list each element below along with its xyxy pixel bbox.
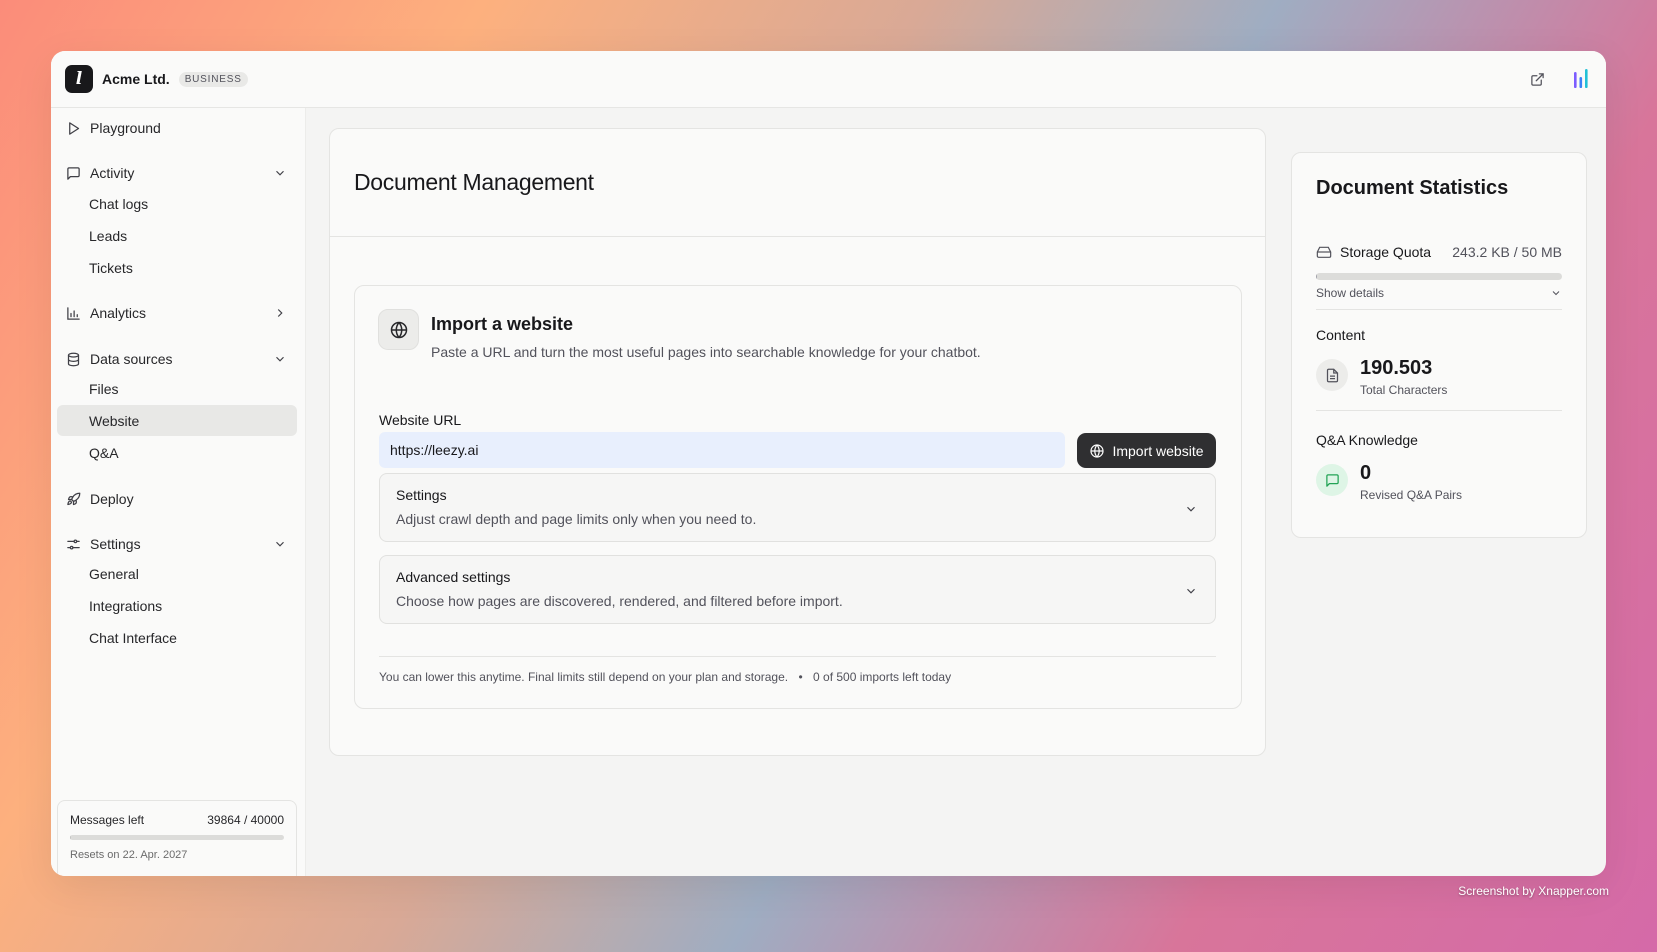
settings-accordion-title: Settings [396, 487, 447, 503]
org-name[interactable]: Acme Ltd. [102, 71, 170, 87]
message-square-icon [66, 165, 82, 181]
storage-progress-bar [1316, 273, 1562, 280]
sidebar-item-playground[interactable]: Playground [57, 112, 297, 144]
sidebar-item-general[interactable]: General [57, 558, 297, 589]
import-title: Import a website [431, 314, 574, 334]
import-website-button[interactable]: Import website [1077, 433, 1216, 468]
settings-accordion-description: Adjust crawl depth and page limits only … [396, 511, 757, 527]
database-icon [66, 351, 82, 367]
sidebar-item-website[interactable]: Website [57, 405, 297, 436]
brand-bars-icon[interactable] [1570, 68, 1592, 90]
globe-icon [1090, 443, 1105, 458]
storage-quota-value: 243.2 KB / 50 MB [1452, 244, 1562, 260]
storage-quota-label: Storage Quota [1340, 244, 1432, 260]
settings-accordion[interactable]: Settings Adjust crawl depth and page lim… [379, 473, 1216, 542]
limits-note: You can lower this anytime. Final limits… [379, 670, 789, 684]
chevron-right-icon[interactable] [273, 306, 287, 320]
sidebar-item-label: Deploy [90, 491, 134, 507]
divider [1316, 309, 1562, 310]
content-label: Content [1316, 327, 1366, 343]
messages-left-label: Messages left [70, 813, 145, 827]
external-link-icon[interactable] [1526, 68, 1548, 90]
chevron-down-icon [1552, 291, 1560, 296]
advanced-settings-description: Choose how pages are discovered, rendere… [396, 593, 843, 609]
advanced-settings-accordion[interactable]: Advanced settings Choose how pages are d… [379, 555, 1216, 624]
messages-progress-bar [70, 835, 284, 840]
separator-dot: • [798, 670, 803, 684]
chevron-down-icon[interactable] [1184, 584, 1198, 598]
file-text-icon [1316, 359, 1348, 391]
chevron-down-icon[interactable] [273, 166, 287, 180]
top-bar: l Acme Ltd. BUSINESS [51, 51, 1606, 108]
chevron-down-icon[interactable] [273, 537, 287, 551]
chevron-down-icon[interactable] [273, 352, 287, 366]
sidebar-item-label: Settings [90, 536, 141, 552]
chevron-down-icon[interactable] [1184, 502, 1198, 516]
sidebar-item-label: Playground [90, 120, 161, 136]
total-characters-label: Total Characters [1360, 383, 1448, 397]
sidebar-item-label: Data sources [90, 351, 173, 367]
stats-title: Document Statistics [1316, 177, 1509, 199]
qa-pairs-value: 0 [1360, 462, 1372, 484]
sidebar-item-chat-interface[interactable]: Chat Interface [57, 622, 297, 653]
sidebar-item-integrations[interactable]: Integrations [57, 590, 297, 621]
sidebar-item-chat-logs[interactable]: Chat logs [57, 188, 297, 219]
document-statistics-card: Document Statistics Storage Quota 243.2 … [1291, 152, 1587, 538]
sidebar-item-analytics[interactable]: Analytics [57, 297, 297, 329]
divider [1316, 410, 1562, 411]
sidebar-item-activity[interactable]: Activity [57, 157, 297, 189]
sidebar-item-deploy[interactable]: Deploy [57, 483, 297, 515]
sidebar: Playground Activity Chat logs Leads Tick… [51, 108, 306, 876]
total-characters-value: 190.503 [1360, 357, 1433, 379]
message-square-icon [1316, 464, 1348, 496]
storage-progress-fill [1316, 273, 1318, 280]
show-details-label: Show details [1316, 286, 1385, 300]
sidebar-item-leads[interactable]: Leads [57, 220, 297, 251]
show-details-toggle[interactable]: Show details [1316, 286, 1562, 300]
sidebar-item-qa[interactable]: Q&A [57, 437, 297, 468]
rocket-icon [66, 491, 82, 507]
play-icon [66, 120, 82, 136]
messages-left-value: 39864 / 40000 [207, 813, 284, 827]
import-website-button-label: Import website [1112, 442, 1204, 459]
globe-icon [378, 309, 419, 350]
sidebar-item-settings[interactable]: Settings [57, 528, 297, 560]
storage-quota-row: Storage Quota 243.2 KB / 50 MB [1316, 244, 1562, 260]
hard-drive-icon [1316, 246, 1332, 258]
org-logo[interactable]: l [65, 65, 93, 93]
sidebar-item-data-sources[interactable]: Data sources [57, 343, 297, 375]
sidebar-item-label: Analytics [90, 305, 147, 321]
imports-left: 0 of 500 imports left today [813, 670, 952, 684]
sidebar-item-files[interactable]: Files [57, 373, 297, 404]
divider [379, 656, 1216, 657]
sidebar-item-tickets[interactable]: Tickets [57, 252, 297, 283]
sidebar-item-label: Activity [90, 165, 135, 181]
screenshot-credit: Screenshot by Xnapper.com [1458, 884, 1609, 898]
messages-quota-card: Messages left 39864 / 40000 Resets on 22… [57, 800, 297, 876]
qa-knowledge-label: Q&A Knowledge [1316, 432, 1418, 448]
website-url-input[interactable] [379, 432, 1065, 468]
import-website-card: Import a website Paste a URL and turn th… [354, 285, 1242, 709]
page-title: Document Management [354, 169, 594, 195]
messages-progress-fill [70, 835, 71, 840]
app-window: l Acme Ltd. BUSINESS Playground Activity… [51, 51, 1606, 876]
bar-chart-icon [66, 305, 82, 321]
import-description: Paste a URL and turn the most useful pag… [431, 344, 981, 360]
website-url-label: Website URL [379, 412, 462, 428]
messages-reset-date: Resets on 22. Apr. 2027 [70, 849, 188, 861]
plan-badge: BUSINESS [178, 71, 248, 87]
qa-pairs-label: Revised Q&A Pairs [1360, 488, 1463, 502]
document-management-card: Document Management Import a website Pas… [329, 128, 1266, 756]
advanced-settings-title: Advanced settings [396, 569, 511, 585]
import-footer: You can lower this anytime. Final limits… [379, 670, 951, 684]
sliders-icon [66, 536, 82, 552]
